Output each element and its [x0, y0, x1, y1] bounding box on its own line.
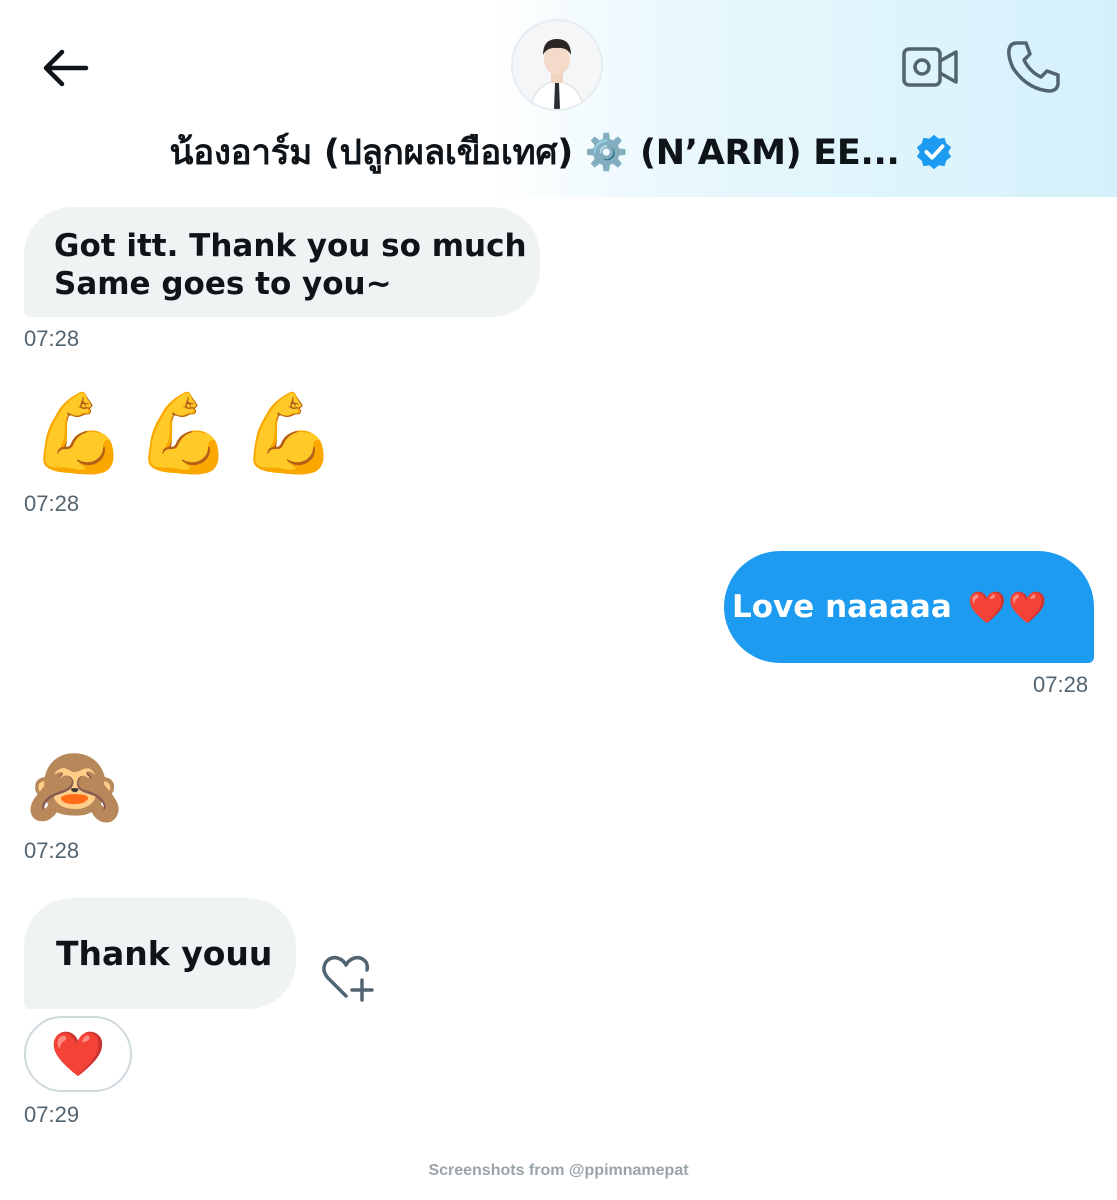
message-bubble-incoming[interactable]: Got itt. Thank you so much Same goes to … — [24, 207, 540, 317]
see-no-evil-monkey-emoji[interactable]: 🙈 — [26, 740, 123, 834]
flexed-biceps-emoji: 💪 — [30, 389, 128, 479]
flexed-biceps-emoji: 💪 — [135, 389, 233, 479]
message-timestamp: 07:28 — [1033, 672, 1089, 697]
message-text: Love naaaaa — [730, 585, 962, 629]
message-timestamp: 07:28 — [24, 491, 80, 516]
video-call-button[interactable] — [900, 42, 960, 92]
verified-badge-icon — [917, 134, 952, 170]
conversation-title: น้องอาร์ม (ปลูกผลเขือเทศ) ⚙️ (N’ARM) EE.… — [169, 132, 900, 173]
conversation-title-row: น้องอาร์ม (ปลูกผลเขือเทศ) ⚙️ (N’ARM) EE.… — [0, 122, 1117, 182]
red-heart-emoji: ❤️❤️ — [967, 589, 1049, 626]
message-timestamp: 07:29 — [24, 1102, 80, 1127]
phone-icon — [1007, 41, 1060, 93]
message-bubble-incoming[interactable]: Thank youu — [24, 898, 296, 1009]
conversation-header: น้องอาร์ม (ปลูกผลเขือเทศ) ⚙️ (N’ARM) EE.… — [0, 0, 1117, 197]
arrow-left-icon — [43, 49, 89, 87]
red-heart-emoji: ❤️ — [50, 1029, 106, 1080]
flexed-biceps-emoji: 💪 — [240, 389, 338, 479]
message-text: Thank youu — [56, 934, 273, 973]
message-timestamp: 07:28 — [24, 326, 80, 351]
message-text-line: Same goes to you~ — [54, 266, 392, 302]
video-camera-icon — [902, 47, 958, 87]
heart-plus-icon — [322, 955, 374, 1002]
reaction-pill[interactable]: ❤️ — [24, 1016, 132, 1092]
back-button[interactable] — [36, 44, 92, 92]
avatar[interactable] — [513, 21, 601, 109]
emoji-message[interactable]: 💪 💪 💪 — [30, 384, 337, 484]
message-timestamp: 07:28 — [24, 838, 80, 863]
screenshot-credit: Screenshots from @ppimnamepat — [428, 1162, 689, 1179]
profile-photo — [513, 21, 601, 109]
message-bubble-outgoing[interactable]: Love naaaaa ❤️❤️ — [724, 551, 1094, 663]
voice-call-button[interactable] — [1003, 38, 1063, 96]
message-text-line: Got itt. Thank you so much — [54, 228, 527, 264]
add-reaction-button[interactable] — [318, 950, 378, 1006]
